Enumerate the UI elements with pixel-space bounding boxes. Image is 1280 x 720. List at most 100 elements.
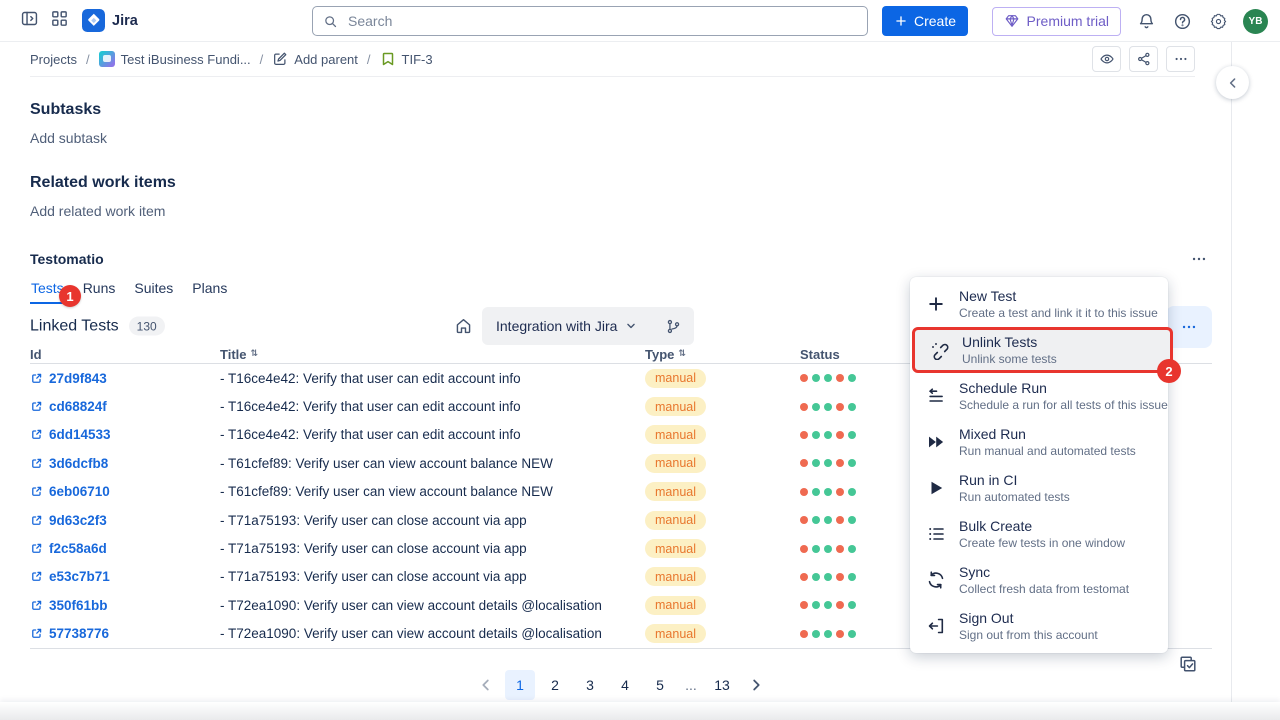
external-link-icon — [30, 599, 43, 612]
settings-button[interactable] — [1203, 6, 1233, 36]
test-type-cell: manual — [645, 397, 800, 416]
menu-item-unlink-tests[interactable]: Unlink Tests Unlink some tests 2 — [912, 327, 1173, 373]
status-dot-red — [836, 488, 844, 496]
menu-item-schedule-run[interactable]: Schedule Run Schedule a run for all test… — [910, 373, 1168, 419]
global-search[interactable] — [312, 6, 868, 36]
test-type-badge: manual — [645, 624, 706, 643]
test-type-badge: manual — [645, 539, 706, 558]
pagination-page-5[interactable]: 5 — [645, 670, 675, 700]
menu-item-subtitle: Create a test and link it it to this iss… — [959, 306, 1153, 321]
status-dot-green — [848, 488, 856, 496]
user-avatar[interactable]: YB — [1243, 9, 1268, 34]
add-related-item-button[interactable]: Add related work item — [30, 204, 1212, 219]
pagination-page-13[interactable]: 13 — [707, 670, 737, 700]
menu-item-subtitle: Create few tests in one window — [959, 536, 1125, 551]
menu-item-mixed-run[interactable]: Mixed Run Run manual and automated tests — [910, 419, 1168, 465]
issue-more-button[interactable] — [1166, 46, 1195, 72]
copy-check-icon — [1178, 654, 1198, 674]
pagination-page-1[interactable]: 1 — [505, 670, 535, 700]
eye-icon — [1099, 51, 1115, 67]
test-id-cell: 9d63c2f3 — [30, 513, 220, 528]
search-input[interactable] — [346, 12, 857, 30]
column-header-type[interactable]: Type ⇅ — [645, 347, 800, 362]
bulk-select-button[interactable] — [1178, 654, 1198, 674]
test-id-link[interactable]: 3d6dcfb8 — [49, 456, 108, 471]
external-link-icon — [30, 485, 43, 498]
pagination-next-button[interactable] — [742, 670, 770, 700]
column-label: Title — [220, 347, 247, 362]
status-dot-green — [824, 516, 832, 524]
testomatio-more-button[interactable] — [1186, 250, 1212, 268]
tab-runs[interactable]: Runs — [82, 280, 117, 304]
test-type-badge: manual — [645, 425, 706, 444]
testomatio-header: Testomatio — [30, 250, 1212, 268]
app-switcher-button[interactable] — [44, 6, 74, 36]
collapse-panel-button[interactable] — [1216, 66, 1249, 99]
test-id-link[interactable]: 6dd14533 — [49, 427, 111, 442]
tab-plans[interactable]: Plans — [191, 280, 228, 304]
breadcrumb-separator: / — [86, 52, 90, 67]
test-id-cell: 350f61bb — [30, 598, 220, 613]
status-dot-red — [836, 374, 844, 382]
test-id-link[interactable]: 6eb06710 — [49, 484, 110, 499]
jira-home-link[interactable]: Jira — [82, 9, 138, 32]
test-id-cell: 6dd14533 — [30, 427, 220, 442]
pagination-prev-button[interactable] — [472, 670, 500, 700]
test-type-cell: manual — [645, 454, 800, 473]
test-type-badge: manual — [645, 596, 706, 615]
column-header-title[interactable]: Title⇅ — [220, 347, 645, 362]
test-type-badge: manual — [645, 567, 706, 586]
jira-logo-icon — [82, 9, 105, 32]
project-select[interactable]: Integration with Jira — [482, 307, 694, 345]
menu-item-sync[interactable]: Sync Collect fresh data from testomat — [910, 557, 1168, 603]
home-button[interactable] — [454, 317, 473, 336]
status-dot-red — [836, 630, 844, 638]
menu-item-run-in-ci[interactable]: Run in CI Run automated tests — [910, 465, 1168, 511]
test-id-link[interactable]: cd68824f — [49, 399, 107, 414]
notifications-button[interactable] — [1131, 6, 1161, 36]
test-type-badge: manual — [645, 397, 706, 416]
pagination-page-2[interactable]: 2 — [540, 670, 570, 700]
watch-button[interactable] — [1092, 46, 1121, 72]
top-navigation: Jira Create Premium trial YB — [0, 0, 1280, 42]
breadcrumb-projects[interactable]: Projects — [30, 52, 77, 67]
test-id-link[interactable]: e53c7b71 — [49, 569, 110, 584]
pagination-page-4[interactable]: 4 — [610, 670, 640, 700]
branch-button[interactable] — [665, 318, 682, 335]
test-id-link[interactable]: 9d63c2f3 — [49, 513, 107, 528]
tab-suites[interactable]: Suites — [133, 280, 174, 304]
test-id-link[interactable]: f2c58a6d — [49, 541, 107, 556]
add-parent-button[interactable]: Add parent — [272, 51, 358, 67]
bottom-shade — [0, 702, 1280, 720]
chevron-down-icon — [624, 319, 638, 333]
breadcrumb-issue-key[interactable]: TIF-3 — [380, 51, 433, 67]
share-button[interactable] — [1129, 46, 1158, 72]
chevron-left-icon — [1226, 76, 1240, 90]
menu-item-bulk-create[interactable]: Bulk Create Create few tests in one wind… — [910, 511, 1168, 557]
breadcrumb-project[interactable]: Test iBusiness Fundi... — [99, 51, 251, 67]
pagination-page-3[interactable]: 3 — [575, 670, 605, 700]
sidebar-toggle-button[interactable] — [14, 6, 44, 36]
mixed-run-icon — [925, 432, 946, 453]
premium-trial-button[interactable]: Premium trial — [992, 7, 1121, 36]
status-dot-green — [848, 431, 856, 439]
status-dot-green — [848, 630, 856, 638]
add-subtask-button[interactable]: Add subtask — [30, 131, 1212, 146]
menu-item-subtitle: Unlink some tests — [962, 352, 1057, 367]
external-link-icon — [30, 514, 43, 527]
test-id-link[interactable]: 27d9f843 — [49, 371, 107, 386]
sort-icon: ⇅ — [678, 350, 686, 359]
menu-item-new-test[interactable]: New Test Create a test and link it it to… — [910, 281, 1168, 327]
menu-item-sign-out[interactable]: Sign Out Sign out from this account — [910, 603, 1168, 649]
status-dot-red — [800, 374, 808, 382]
test-id-link[interactable]: 57738776 — [49, 626, 109, 641]
create-button[interactable]: Create — [882, 6, 968, 36]
external-link-icon — [30, 400, 43, 413]
test-title: - T72ea1090: Verify user can view accoun… — [220, 598, 645, 613]
help-button[interactable] — [1167, 6, 1197, 36]
column-label: Type — [645, 347, 674, 362]
status-dot-green — [848, 374, 856, 382]
gem-icon — [1004, 13, 1020, 29]
test-id-link[interactable]: 350f61bb — [49, 598, 108, 613]
bell-icon — [1137, 12, 1156, 31]
